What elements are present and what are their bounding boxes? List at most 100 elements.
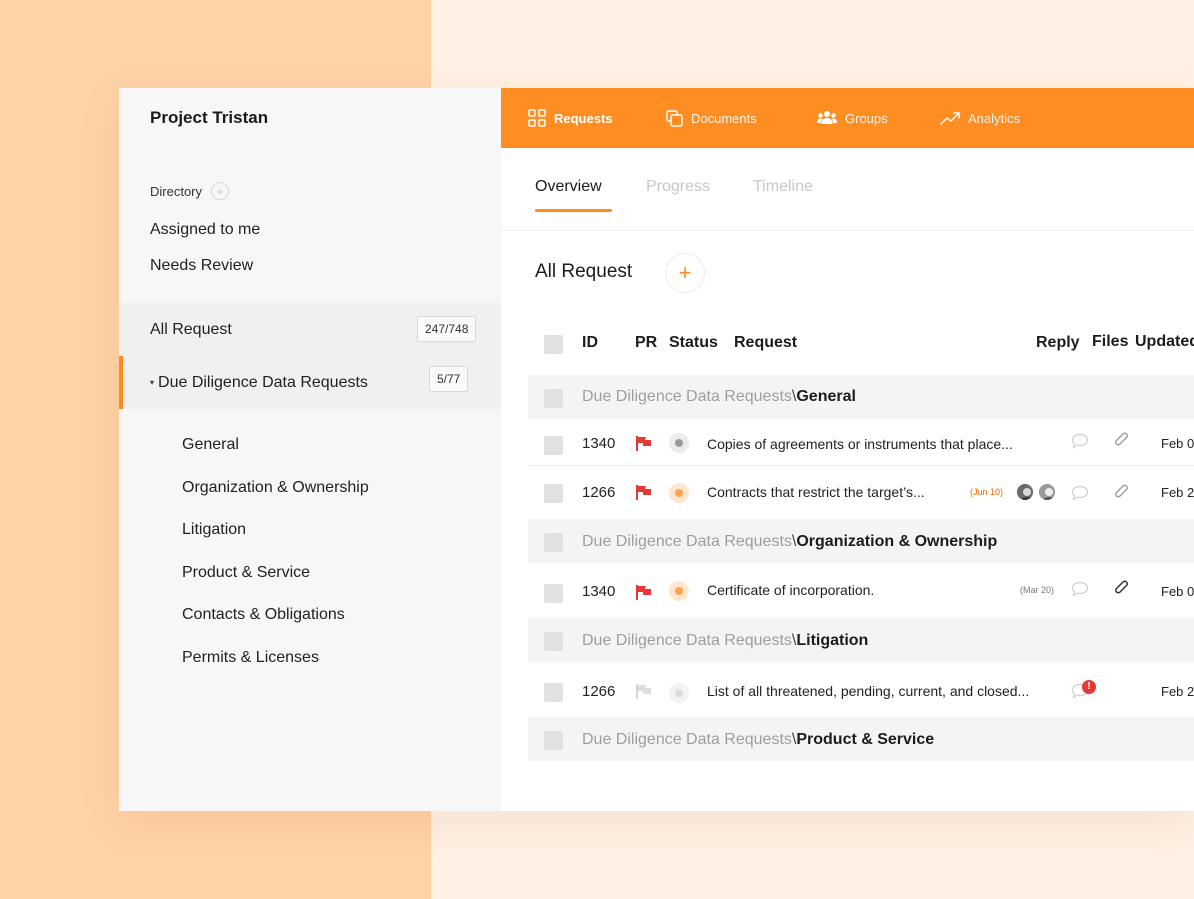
sidebar-item-product-service[interactable]: Product & Service: [182, 564, 310, 582]
priority-flag-icon[interactable]: [636, 684, 652, 699]
row-checkbox[interactable]: [544, 436, 563, 455]
directory-label: Directory: [150, 183, 203, 199]
column-header-status[interactable]: Status: [669, 334, 718, 352]
directory-header: Directory +: [150, 182, 230, 200]
nav-assigned-to-me[interactable]: Assigned to me: [150, 221, 260, 239]
tab-active-indicator: [535, 209, 612, 212]
sidebar-item-permits-licenses[interactable]: Permits & Licenses: [182, 649, 319, 667]
project-title: Project Tristan: [150, 108, 269, 127]
updated-date: Feb 2: [1161, 684, 1194, 699]
group-prefix: Due Diligence Data Requests: [582, 388, 792, 405]
app-window: Project Tristan Directory + Assigned to …: [119, 88, 1194, 811]
topnav-documents[interactable]: Documents: [666, 88, 757, 148]
tab-progress[interactable]: Progress: [646, 178, 710, 196]
column-header-request[interactable]: Request: [734, 334, 797, 352]
priority-flag-icon[interactable]: [636, 485, 652, 500]
sidebar-item-contacts-obligations[interactable]: Contacts & Obligations: [182, 606, 345, 624]
request-id: 1340: [582, 583, 616, 600]
topnav-analytics-label: Analytics: [968, 110, 1021, 126]
updated-date: Feb 0: [1161, 436, 1194, 451]
group-prefix: Due Diligence Data Requests: [582, 731, 792, 748]
group-prefix: Due Diligence Data Requests: [582, 632, 792, 649]
status-indicator[interactable]: [669, 433, 689, 453]
groups-icon: [817, 111, 837, 124]
caret-down-icon[interactable]: ▾: [150, 378, 154, 387]
add-request-button[interactable]: +: [665, 253, 705, 293]
group-name: General: [796, 388, 856, 405]
column-header-files[interactable]: Files: [1092, 333, 1128, 351]
tab-timeline[interactable]: Timeline: [753, 178, 813, 196]
topnav-requests-label: Requests: [554, 110, 613, 126]
tabs-divider: [501, 230, 1194, 231]
topnav-documents-label: Documents: [691, 110, 757, 126]
topnav-requests[interactable]: Requests: [528, 88, 613, 148]
sidebar: Project Tristan Directory + Assigned to …: [119, 88, 501, 811]
nav-due-diligence[interactable]: ▾ Due Diligence Data Requests 5/77: [119, 356, 501, 409]
column-header-reply[interactable]: Reply: [1036, 334, 1080, 352]
group-name: Product & Service: [796, 731, 935, 748]
topnav-analytics[interactable]: Analytics: [940, 88, 1020, 148]
row-divider: [528, 465, 1194, 466]
status-indicator[interactable]: [669, 483, 689, 503]
request-text[interactable]: Contracts that restrict the target’s...: [707, 484, 925, 500]
request-text[interactable]: Copies of agreements or instruments that…: [707, 436, 1013, 452]
alert-icon[interactable]: !: [1082, 680, 1096, 694]
comment-icon[interactable]: [1071, 581, 1089, 597]
count-badge: 247/748: [417, 316, 477, 342]
sidebar-item-organization-ownership[interactable]: Organization & Ownership: [182, 479, 369, 497]
comment-icon[interactable]: [1071, 485, 1089, 501]
updated-date: Feb 2: [1161, 485, 1194, 500]
row-checkbox[interactable]: [544, 683, 563, 702]
due-date-tag: (Mar 20): [1020, 585, 1055, 595]
group-checkbox[interactable]: [544, 632, 563, 651]
row-checkbox[interactable]: [544, 584, 563, 603]
group-checkbox[interactable]: [544, 731, 563, 750]
sidebar-item-litigation[interactable]: Litigation: [182, 521, 246, 539]
updated-date: Feb 0: [1161, 584, 1194, 599]
select-all-checkbox[interactable]: [544, 335, 563, 354]
status-indicator[interactable]: [669, 683, 689, 703]
group-label: Due Diligence Data Requests\Litigation: [582, 632, 868, 650]
request-id: 1266: [582, 683, 616, 700]
column-header-id[interactable]: ID: [582, 334, 598, 352]
group-label: Due Diligence Data Requests\Organization…: [582, 533, 997, 551]
priority-flag-icon[interactable]: [636, 436, 652, 451]
attachment-icon[interactable]: [1114, 432, 1130, 450]
topnav-groups[interactable]: Groups: [817, 88, 888, 148]
analytics-icon: [940, 112, 960, 125]
group-label: Due Diligence Data Requests\General: [582, 388, 856, 406]
attachment-icon[interactable]: [1114, 580, 1130, 598]
topnav-groups-label: Groups: [845, 110, 888, 126]
priority-flag-icon[interactable]: [636, 585, 652, 600]
row-checkbox[interactable]: [544, 484, 563, 503]
request-id: 1340: [582, 435, 616, 452]
section-title: All Request: [535, 261, 633, 282]
status-indicator[interactable]: [669, 581, 689, 601]
request-text[interactable]: List of all threatened, pending, current…: [707, 683, 1029, 699]
nav-due-diligence-label: Due Diligence Data Requests: [158, 373, 368, 391]
nav-all-request-label: All Request: [150, 320, 232, 338]
grid-icon: [528, 109, 546, 127]
request-text[interactable]: Certificate of incorporation.: [707, 582, 874, 598]
documents-icon: [666, 109, 683, 127]
group-label: Due Diligence Data Requests\Product & Se…: [582, 731, 934, 749]
due-date-tag: (Jun 10): [970, 487, 1004, 497]
avatar[interactable]: [1015, 482, 1035, 502]
column-header-updated[interactable]: Updated: [1135, 333, 1194, 351]
group-checkbox[interactable]: [544, 389, 563, 408]
group-name: Litigation: [796, 632, 869, 649]
count-badge: 5/77: [429, 366, 469, 392]
tab-overview[interactable]: Overview: [535, 178, 602, 196]
sidebar-item-general[interactable]: General: [182, 436, 239, 454]
nav-all-request[interactable]: All Request 247/748: [119, 303, 501, 356]
attachment-icon[interactable]: [1114, 484, 1130, 502]
nav-needs-review[interactable]: Needs Review: [150, 257, 253, 275]
comment-icon[interactable]: [1071, 433, 1089, 449]
group-prefix: Due Diligence Data Requests: [582, 533, 792, 550]
group-checkbox[interactable]: [544, 533, 563, 552]
avatar[interactable]: [1037, 482, 1057, 502]
request-id: 1266: [582, 484, 616, 501]
add-directory-icon[interactable]: +: [211, 182, 230, 200]
group-name: Organization & Ownership: [796, 533, 998, 550]
column-header-pr[interactable]: PR: [635, 334, 657, 352]
